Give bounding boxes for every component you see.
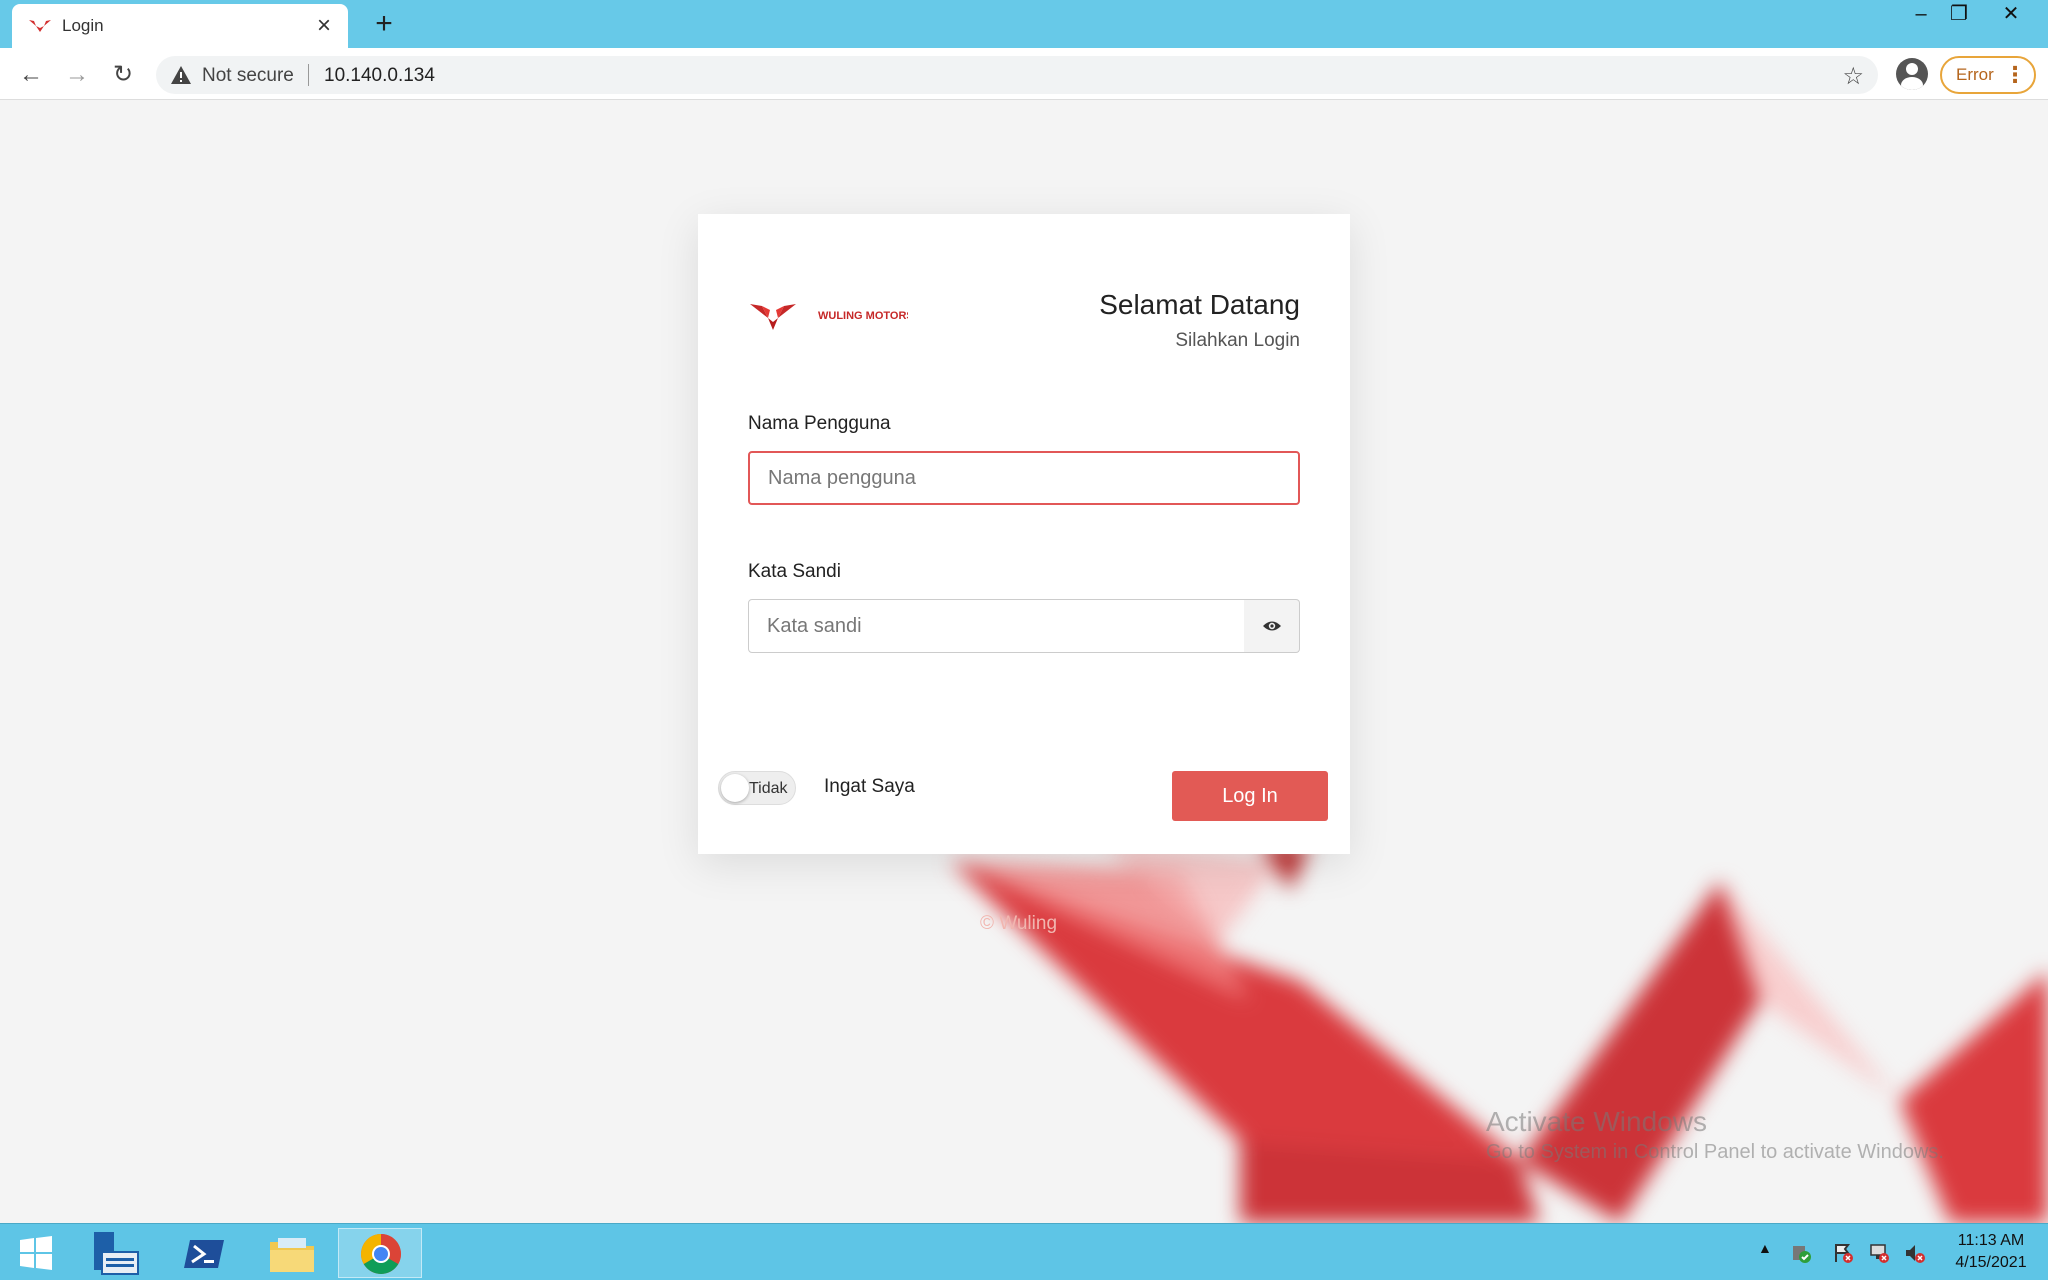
powershell-icon [184,1240,224,1268]
login-button[interactable]: Log In [1172,771,1328,821]
new-tab-icon[interactable]: + [368,6,400,42]
login-page: WULING MOTORS Selamat Datang Silahkan Lo… [0,101,2048,1223]
address-bar[interactable]: Not secure 10.140.0.134 ☆ [156,56,1878,94]
browser-toolbar: ← → ↻ Not secure 10.140.0.134 ☆ Error ⋮ [0,48,2048,100]
volume-muted-icon[interactable] [1904,1242,1926,1264]
restore-icon[interactable]: ❐ [1940,0,1978,30]
login-card: WULING MOTORS Selamat Datang Silahkan Lo… [698,214,1350,854]
reload-icon[interactable]: ↻ [106,58,140,92]
tab-title: Login [62,16,104,35]
copyright-text: © Wuling [980,913,1058,934]
password-input[interactable] [748,599,1246,653]
profile-avatar-icon[interactable] [1896,58,1928,90]
menu-kebab-icon: ⋮ [2004,62,2026,87]
chrome-icon [361,1234,401,1274]
username-label: Nama Pengguna [748,413,891,434]
server-manager-icon [94,1232,139,1275]
password-label: Kata Sandi [748,561,841,582]
svg-text:WULING MOTORS: WULING MOTORS [818,310,908,322]
browser-tab[interactable]: Login × [12,4,348,48]
welcome-title: Selamat Datang [1099,289,1300,320]
clock-time: 11:13 AM [1957,1232,2025,1249]
activate-windows-subtitle: Go to System in Control Panel to activat… [1486,1141,1944,1163]
windows-taskbar: ▲ 11:13 AM 4/15/2021 [0,1223,2048,1280]
remember-me-toggle[interactable]: Tidak [718,771,796,805]
windows-logo-icon [20,1236,52,1270]
clock-date: 4/15/2021 [1955,1254,2027,1271]
bookmark-star-icon[interactable]: ☆ [1842,62,1864,91]
url-text[interactable]: 10.140.0.134 [324,65,435,87]
omnibox-divider [308,64,309,86]
warning-icon[interactable] [170,64,192,86]
chrome-taskbar-button[interactable] [338,1228,422,1278]
window-close-icon[interactable]: ✕ [1982,0,2040,30]
username-input[interactable] [748,451,1300,505]
server-manager-taskbar-button[interactable] [86,1228,146,1278]
toggle-state-label: Tidak [749,780,788,797]
error-button[interactable]: Error ⋮ [1940,56,2036,94]
error-label: Error [1956,65,1994,84]
action-center-flag-icon[interactable] [1832,1242,1854,1264]
toggle-knob [721,774,749,802]
show-hidden-icons-icon[interactable]: ▲ [1758,1240,1780,1262]
powershell-taskbar-button[interactable] [174,1228,234,1278]
minimize-icon[interactable]: – [1902,0,1940,30]
back-arrow-icon[interactable]: ← [14,58,48,92]
wuling-favicon-icon [29,20,51,32]
wuling-logo: WULING MOTORS [748,296,914,336]
wuling-logo-icon: WULING MOTORS [750,304,914,330]
forward-arrow-icon[interactable]: → [60,58,94,92]
eye-icon [1263,621,1281,631]
show-password-button[interactable] [1244,599,1300,653]
activate-windows-title: Activate Windows [1486,1106,1707,1137]
file-explorer-taskbar-button[interactable] [262,1228,322,1278]
security-status-icon[interactable] [1790,1242,1812,1264]
folder-icon [270,1238,314,1272]
not-secure-label[interactable]: Not secure [202,65,294,87]
network-icon[interactable] [1868,1242,1890,1264]
browser-tab-strip: Login × + – ❐ ✕ [0,0,2048,48]
remember-me-label[interactable]: Ingat Saya [824,776,915,798]
taskbar-clock[interactable]: 11:13 AM 4/15/2021 [1944,1230,2038,1274]
welcome-subtitle: Silahkan Login [1175,330,1300,351]
start-button[interactable] [6,1228,66,1278]
tab-close-icon[interactable]: × [310,12,338,40]
